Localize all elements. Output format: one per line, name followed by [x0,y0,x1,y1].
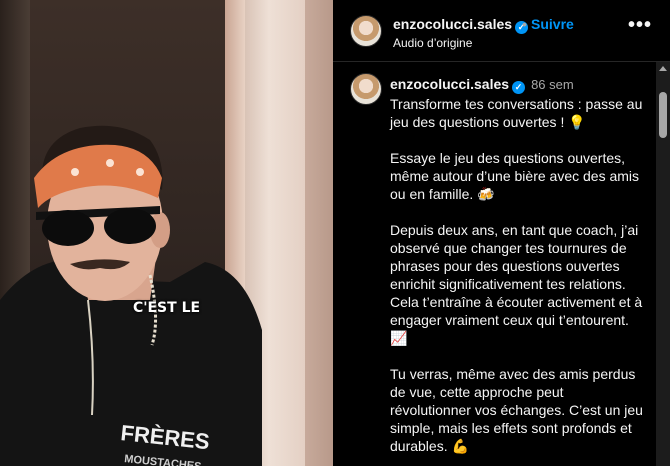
caption-paragraph: Essaye le jeu des questions ouvertes, mê… [390,150,640,202]
caption-paragraph: Depuis deux ans, en tant que coach, j’ai… [390,222,643,346]
video-caption: C'EST LE [132,300,201,316]
more-options-icon[interactable]: ••• [628,14,652,37]
verified-badge-icon: ✓ [512,81,526,94]
scrollbar[interactable] [656,62,670,466]
scrollbar-thumb[interactable] [659,92,667,138]
caption-timestamp[interactable]: 86 sem [531,77,574,92]
caption-username[interactable]: enzocolucci.sales [390,76,509,92]
follow-button[interactable]: Suivre [531,16,574,32]
caption-text: Transforme tes conversations : passe au … [390,95,646,466]
avatar[interactable] [350,15,382,47]
author-username-text[interactable]: enzocolucci.sales [393,16,512,32]
post-side-panel: enzocolucci.sales ✓ • Suivre Audio d’orig… [333,0,670,466]
separator-dot: • [522,16,527,32]
comments-area: enzocolucci.sales ✓ 86 sem Transforme tes … [333,62,651,466]
caption-paragraph: Tu verras, même avec des amis perdus de … [390,366,643,454]
caption-avatar[interactable] [350,73,382,105]
caption-header: enzocolucci.sales ✓ 86 sem [390,76,574,94]
author-username[interactable]: enzocolucci.sales ✓ [393,16,529,34]
caption-paragraph: Transforme tes conversations : passe au … [390,96,643,130]
person-illustration: FRÈRES MOUSTACHES [0,125,262,466]
reel-video[interactable]: FRÈRES MOUSTACHES C'EST LE [0,0,333,466]
audio-link[interactable]: Audio d’origine [393,36,472,50]
scroll-up-arrow-icon[interactable] [659,66,667,71]
post-header: enzocolucci.sales ✓ • Suivre Audio d’orig… [333,0,670,62]
